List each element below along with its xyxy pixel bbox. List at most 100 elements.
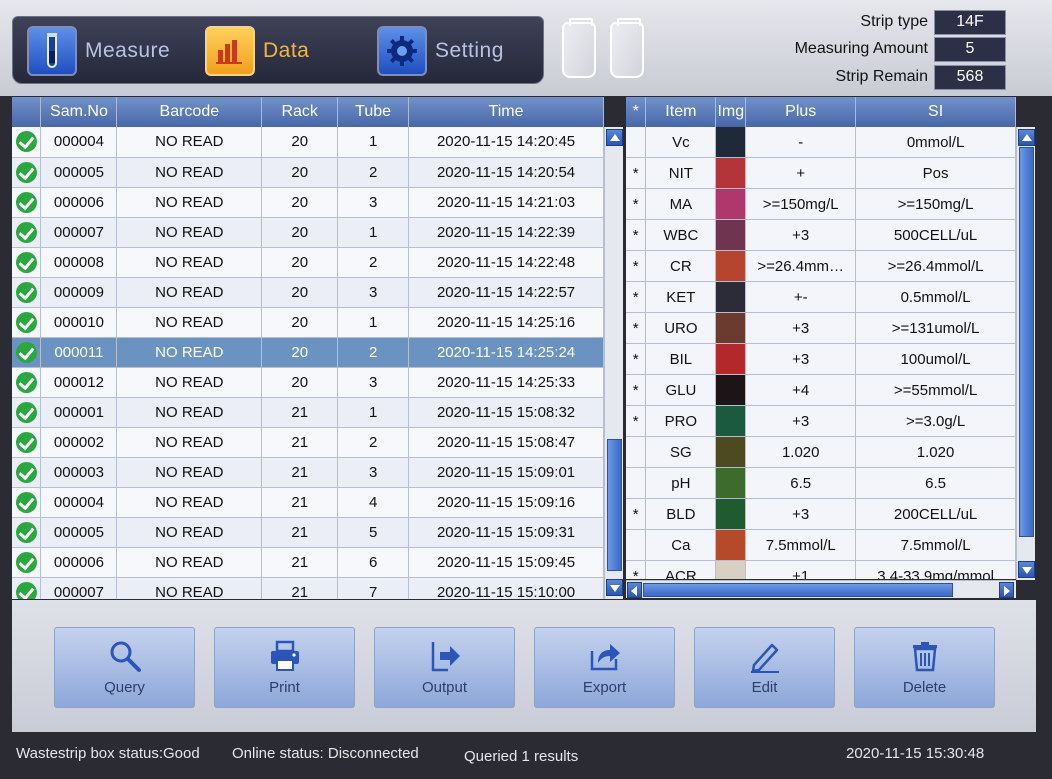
wastestrip-status: Wastestrip box status:Good — [16, 745, 200, 762]
output-button[interactable]: Output — [374, 627, 515, 708]
list-item[interactable]: * PRO +3 >=3.0g/L — [626, 405, 1016, 437]
table-row[interactable]: 000001 NO READ 21 1 2020-11-15 15:08:32 — [12, 397, 604, 428]
row-status — [12, 367, 42, 398]
magnifier-icon — [110, 641, 141, 672]
table-row[interactable]: 000008 NO READ 20 2 2020-11-15 14:22:48 — [12, 247, 604, 278]
result-si: 7.5mmol/L — [855, 529, 1016, 561]
row-status — [12, 397, 42, 428]
list-item[interactable]: SG 1.020 1.020 — [626, 436, 1016, 468]
scroll-up-button[interactable] — [606, 129, 623, 146]
list-item[interactable]: * GLU +4 >=55mmol/L — [626, 374, 1016, 406]
list-item[interactable]: * BLD +3 200CELL/uL — [626, 498, 1016, 530]
query-result-count: Queried 1 results — [464, 748, 579, 765]
table-row[interactable]: 000005 NO READ 20 2 2020-11-15 14:20:54 — [12, 157, 604, 188]
row-rack: 20 — [261, 307, 339, 338]
header-rack[interactable]: Rack — [261, 97, 339, 127]
list-item[interactable]: * CR >=26.4mm… >=26.4mmol/L — [626, 250, 1016, 282]
delete-label: Delete — [902, 679, 947, 696]
list-item[interactable]: * URO +3 >=131umol/L — [626, 312, 1016, 344]
samples-scrollbar[interactable] — [604, 127, 623, 599]
results-scroll-thumb[interactable] — [1019, 147, 1034, 537]
result-item: PRO — [645, 405, 717, 437]
row-time: 2020-11-15 15:09:45 — [408, 547, 604, 578]
results-hscroll-thumb[interactable] — [643, 583, 953, 597]
result-si: 500CELL/uL — [855, 219, 1016, 251]
strip-color-swatch — [716, 499, 745, 529]
edit-button[interactable]: Edit — [694, 627, 835, 708]
result-img — [715, 281, 747, 313]
header-img: Img — [715, 97, 747, 127]
row-rack: 20 — [261, 337, 339, 368]
scroll-down-button[interactable] — [606, 579, 623, 596]
result-si: >=150mg/L — [855, 188, 1016, 220]
result-img — [715, 560, 747, 579]
header-time[interactable]: Time — [408, 97, 604, 127]
nav-measure[interactable]: Measure — [27, 25, 170, 77]
strip-remain-label: Strip Remain — [835, 68, 928, 85]
print-button[interactable]: Print — [214, 627, 355, 708]
export-button[interactable]: Export — [534, 627, 675, 708]
header-barcode[interactable]: Barcode — [116, 97, 263, 127]
strip-color-swatch — [716, 437, 745, 467]
table-row[interactable]: 000012 NO READ 20 3 2020-11-15 14:25:33 — [12, 367, 604, 398]
nav-setting[interactable]: Setting — [377, 25, 504, 77]
nav-data[interactable]: Data — [205, 25, 309, 77]
results-header-row: * Item Img Plus SI — [626, 97, 1016, 127]
table-row[interactable]: 000010 NO READ 20 1 2020-11-15 14:25:16 — [12, 307, 604, 338]
list-item[interactable]: pH 6.5 6.5 — [626, 467, 1016, 499]
result-flag: * — [626, 374, 647, 406]
row-time: 2020-11-15 14:25:24 — [408, 337, 604, 368]
result-si: >=26.4mmol/L — [855, 250, 1016, 282]
list-item[interactable]: * ACR +1 3.4-33.9mg/mmol — [626, 560, 1016, 579]
main-nav: Measure Data Setting — [12, 16, 544, 84]
results-scrollbar[interactable] — [1016, 127, 1035, 580]
row-rack: 20 — [261, 217, 339, 248]
strip-color-swatch — [716, 158, 745, 188]
table-row[interactable]: 000004 NO READ 21 4 2020-11-15 15:09:16 — [12, 487, 604, 518]
results-scroll-down-button[interactable] — [1018, 561, 1035, 578]
header-sam-no[interactable]: Sam.No — [40, 97, 118, 127]
header-status[interactable] — [12, 97, 42, 127]
row-sam-no: 000012 — [40, 367, 118, 398]
results-horizontal-scrollbar[interactable] — [626, 580, 1016, 598]
list-item[interactable]: * WBC +3 500CELL/uL — [626, 219, 1016, 251]
row-barcode: NO READ — [116, 487, 263, 518]
results-table: * Item Img Plus SI Vc -0mmol/L * NIT + Pos * MA… — [626, 97, 1016, 579]
pencil-icon — [750, 643, 779, 673]
scroll-left-button[interactable] — [627, 582, 642, 598]
check-circle-icon — [15, 401, 37, 423]
list-item[interactable]: Ca 7.5mmol/L 7.5mmol/L — [626, 529, 1016, 561]
bar-chart-icon — [205, 26, 255, 76]
table-row[interactable]: 000006 NO READ 20 3 2020-11-15 14:21:03 — [12, 187, 604, 218]
list-item[interactable]: * BIL +3 100umol/L — [626, 343, 1016, 375]
result-plus: +3 — [745, 343, 857, 375]
table-row[interactable]: 000002 NO READ 21 2 2020-11-15 15:08:47 — [12, 427, 604, 458]
scroll-right-button[interactable] — [999, 582, 1014, 598]
printer-icon — [270, 640, 299, 671]
check-circle-icon — [15, 431, 37, 453]
delete-button[interactable]: Delete — [854, 627, 995, 708]
list-item[interactable]: * KET +- 0.5mmol/L — [626, 281, 1016, 313]
samples-scroll-thumb[interactable] — [607, 439, 622, 571]
online-status: Online status: Disconnected — [232, 745, 419, 762]
status-datetime: 2020-11-15 15:30:48 — [846, 745, 985, 762]
table-row[interactable]: 000005 NO READ 21 5 2020-11-15 15:09:31 — [12, 517, 604, 548]
table-row[interactable]: 000007 NO READ 20 1 2020-11-15 14:22:39 — [12, 217, 604, 248]
table-row[interactable]: 000003 NO READ 21 3 2020-11-15 15:09:01 — [12, 457, 604, 488]
row-sam-no: 000005 — [40, 517, 118, 548]
row-barcode: NO READ — [116, 577, 263, 599]
result-plus: +3 — [745, 405, 857, 437]
list-item[interactable]: * MA >=150mg/L >=150mg/L — [626, 188, 1016, 220]
list-item[interactable]: * NIT + Pos — [626, 157, 1016, 189]
table-row[interactable]: 000004 NO READ 20 1 2020-11-15 14:20:45 — [12, 127, 604, 158]
table-row[interactable]: 000009 NO READ 20 3 2020-11-15 14:22:57 — [12, 277, 604, 308]
header-tube[interactable]: Tube — [337, 97, 410, 127]
row-barcode: NO READ — [116, 307, 263, 338]
query-button[interactable]: Query — [54, 627, 195, 708]
table-row[interactable]: 000011 NO READ 20 2 2020-11-15 14:25:24 — [12, 337, 604, 368]
results-scroll-up-button[interactable] — [1018, 129, 1035, 146]
table-row[interactable]: 000006 NO READ 21 6 2020-11-15 15:09:45 — [12, 547, 604, 578]
list-item[interactable]: Vc -0mmol/L — [626, 127, 1016, 158]
row-status — [12, 427, 42, 458]
table-row[interactable]: 000007 NO READ 21 7 2020-11-15 15:10:00 — [12, 577, 604, 599]
